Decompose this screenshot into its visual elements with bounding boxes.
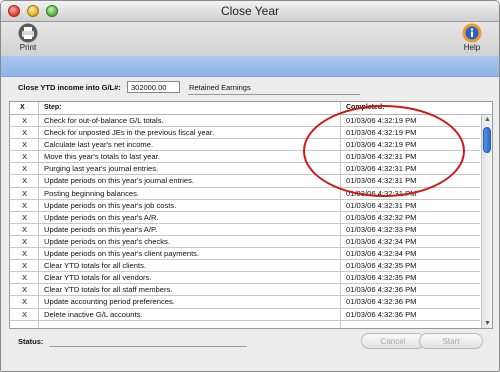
scrollbar-thumb[interactable] (483, 127, 491, 153)
row-checkmark: X (22, 261, 28, 271)
row-checkmark: X (22, 309, 28, 319)
gl-name-underline (188, 94, 360, 95)
row-completed-time: 01/03/06 4:32:31 PM (346, 152, 417, 162)
gl-account-field[interactable]: 302000.00 (127, 81, 180, 93)
row-step: Posting beginning balances. (44, 188, 139, 198)
row-step: Check for out-of-balance G/L totals. (44, 116, 164, 125)
row-checkmark: X (22, 128, 28, 138)
row-checkmark: X (22, 273, 28, 283)
row-step: Clear YTD totals for all staff members. (44, 285, 173, 295)
table-row[interactable]: X Check for out-of-balance G/L totals. 01/… (10, 115, 480, 128)
table-row[interactable]: X Check for unposted JEs in the previous … (10, 127, 480, 140)
table-row[interactable]: X Delete inactive G/L accounts. 01/03/06 4… (10, 309, 480, 321)
row-step: Update periods on this year's client pay… (44, 249, 200, 259)
table-row[interactable]: X Update periods on this year's checks. 01… (10, 236, 480, 249)
scroll-down-arrow-icon[interactable]: ▼ (484, 320, 491, 327)
row-step: Update accounting period preferences. (44, 297, 175, 307)
row-step: Move this year's totals to last year. (44, 152, 160, 162)
cancel-button[interactable]: Cancel (361, 333, 425, 349)
row-completed-time: 01/03/06 4:32:36 PM (346, 309, 417, 319)
table-row[interactable]: X Clear YTD totals for all staff members.… (10, 284, 480, 297)
row-checkmark: X (22, 212, 28, 222)
row-step: Update periods on this year's job costs. (44, 200, 177, 210)
row-completed-time: 01/03/06 4:32:35 PM (346, 273, 417, 283)
row-checkmark: X (22, 297, 28, 307)
row-step: Update periods on this year's checks. (44, 236, 170, 246)
row-completed-time: 01/03/06 4:32:19 PM (346, 128, 417, 138)
row-completed-time: 01/03/06 4:32:31 PM (346, 188, 417, 198)
row-checkmark: X (22, 285, 28, 295)
row-completed-time: 01/03/06 4:32:31 PM (346, 164, 417, 174)
row-step: Update periods on this year's A/P. (44, 224, 158, 234)
header-band (1, 56, 499, 77)
row-checkmark: X (22, 188, 28, 198)
row-checkmark: X (22, 176, 28, 186)
table-row[interactable]: X Update periods on this year's A/P. 01/03… (10, 224, 480, 236)
toolbar: Print Help (1, 22, 499, 56)
row-completed-time: 01/03/06 4:32:31 PM (346, 176, 417, 186)
print-label: Print (19, 43, 37, 52)
gl-account-name: Retained Earnings (189, 83, 251, 92)
table-row[interactable]: X Update periods on this year's client pa… (10, 248, 480, 261)
column-header-step[interactable]: Step: (44, 104, 62, 111)
printer-icon (18, 23, 38, 43)
row-completed-time: 01/03/06 4:32:34 PM (346, 236, 417, 246)
table-row[interactable]: X Purging last year's journal entries. 01/… (10, 163, 480, 176)
row-completed-time: 01/03/06 4:32:32 PM (346, 212, 417, 222)
gl-settings-row: Close YTD income into G/L#: 302000.00 Re… (1, 77, 499, 99)
row-completed-time: 01/03/06 4:32:36 PM (346, 297, 417, 307)
table-row[interactable]: X Update periods on this year's journal e… (10, 175, 480, 188)
row-step: Check for unposted JEs in the previous f… (44, 128, 215, 138)
table-row[interactable]: X Clear YTD totals for all vendors. 01/03/… (10, 272, 480, 285)
row-step: Purging last year's journal entries. (44, 164, 159, 174)
close-year-window: Close Year Print Help Close YTD income i… (0, 0, 500, 372)
print-button[interactable]: Print (13, 23, 43, 52)
row-checkmark: X (22, 249, 28, 259)
vertical-scrollbar[interactable]: ▲ ▼ (481, 115, 492, 328)
help-label: Help (463, 43, 481, 52)
row-checkmark: X (22, 200, 28, 210)
row-completed-time: 01/03/06 4:32:35 PM (346, 261, 417, 271)
row-step: Delete inactive G/L accounts. (44, 309, 143, 319)
column-header-completed[interactable]: Completed: (346, 104, 385, 111)
info-icon (462, 23, 482, 43)
row-step: Update periods on this year's journal en… (44, 176, 195, 186)
row-checkmark: X (22, 140, 28, 150)
help-button[interactable]: Help (457, 23, 487, 52)
table-row[interactable]: X Update accounting period preferences. 01… (10, 296, 480, 309)
status-bar: Status: Cancel Start (1, 330, 499, 350)
start-button[interactable]: Start (419, 333, 483, 349)
title-bar: Close Year (1, 1, 499, 22)
table-row[interactable]: X Update periods on this year's job costs… (10, 200, 480, 212)
status-label: Status: (18, 337, 44, 346)
row-checkmark: X (22, 224, 28, 234)
row-completed-time: 01/03/06 4:32:33 PM (346, 224, 417, 234)
table-row[interactable]: X Clear YTD totals for all clients. 01/03/… (10, 260, 480, 273)
row-step: Clear YTD totals for all clients. (44, 261, 146, 271)
steps-table: X Step: Completed: X Check for out-of-bal… (9, 101, 493, 329)
scroll-up-arrow-icon[interactable]: ▲ (484, 116, 491, 123)
row-completed-time: 01/03/06 4:32:19 PM (346, 116, 417, 125)
table-header: X Step: Completed: (10, 102, 492, 115)
row-completed-time: 01/03/06 4:32:34 PM (346, 249, 417, 259)
status-field (49, 346, 247, 347)
gl-label: Close YTD income into G/L#: (18, 83, 121, 92)
table-row[interactable]: X Calculate last year's net income. 01/03/… (10, 139, 480, 152)
row-completed-time: 01/03/06 4:32:31 PM (346, 200, 417, 210)
row-checkmark: X (22, 236, 28, 246)
row-checkmark: X (22, 116, 28, 125)
row-checkmark: X (22, 164, 28, 174)
table-body: X Check for out-of-balance G/L totals. 01/… (10, 115, 480, 321)
table-row[interactable]: X Move this year's totals to last year. 01… (10, 151, 480, 164)
row-step: Clear YTD totals for all vendors. (44, 273, 152, 283)
table-row[interactable]: X Update periods on this year's A/R. 01/03… (10, 212, 480, 224)
row-completed-time: 01/03/06 4:32:36 PM (346, 285, 417, 295)
row-completed-time: 01/03/06 4:32:19 PM (346, 140, 417, 150)
column-header-x[interactable]: X (20, 104, 25, 111)
row-checkmark: X (22, 152, 28, 162)
table-row[interactable]: X Posting beginning balances. 01/03/06 4:3… (10, 188, 480, 200)
row-step: Update periods on this year's A/R. (44, 212, 159, 222)
window-title: Close Year (220, 4, 280, 18)
row-step: Calculate last year's net income. (44, 140, 154, 150)
